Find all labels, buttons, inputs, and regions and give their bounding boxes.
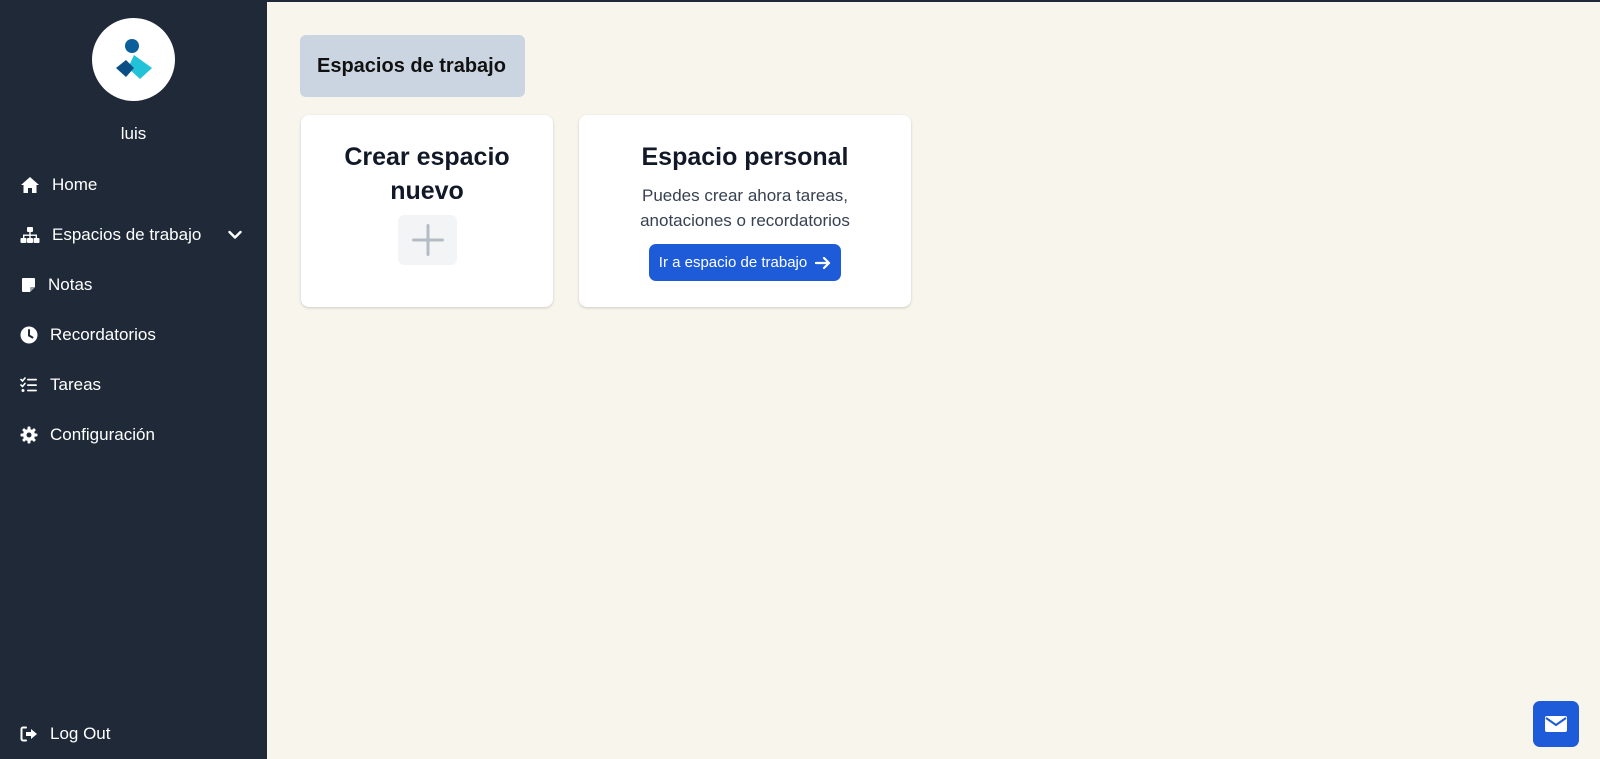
logout-label: Log Out [50, 724, 111, 743]
sidebar-item-home[interactable]: Home [20, 170, 252, 200]
personal-workspace-description: Puedes crear ahora tareas, anotaciones o… [640, 186, 850, 230]
go-to-workspace-button[interactable]: Ir a espacio de trabajo [649, 244, 841, 281]
home-icon [20, 175, 40, 195]
clock-icon [20, 325, 38, 345]
sidebar-item-notes[interactable]: Notas [20, 270, 252, 300]
create-workspace-title: Crear espacio nuevo [344, 143, 510, 205]
mail-button[interactable] [1533, 701, 1579, 747]
personal-workspace-title: Espacio personal [641, 143, 849, 171]
sidebar-item-label: Notas [48, 275, 93, 294]
sidebar: luis Home Espacios de trabajo Notas Reco… [0, 0, 267, 759]
logout-button[interactable]: Log Out [20, 719, 252, 749]
task-list-icon [20, 375, 38, 395]
username: luis [120, 124, 147, 143]
sidebar-item-label: Tareas [50, 375, 102, 394]
sidebar-item-tasks[interactable]: Tareas [20, 370, 252, 400]
page-title: Espacios de trabajo [300, 35, 525, 97]
arrow-right-icon [815, 256, 831, 270]
sidebar-item-label: Espacios de trabajo [52, 225, 202, 244]
chevron-down-icon[interactable] [226, 226, 244, 244]
sidebar-item-workspaces[interactable]: Espacios de trabajo [20, 220, 252, 250]
user-logo-icon [115, 38, 152, 79]
sidebar-item-label: Recordatorios [50, 325, 156, 344]
sticky-note-icon [20, 275, 36, 295]
gear-icon [20, 425, 38, 445]
plus-icon [411, 224, 444, 256]
go-to-workspace-label: Ir a espacio de trabajo [658, 254, 808, 271]
sidebar-item-label: Configuración [50, 425, 155, 444]
mail-icon [1545, 716, 1567, 732]
sitemap-icon [20, 225, 40, 245]
sidebar-item-label: Home [52, 175, 98, 194]
sidebar-item-reminders[interactable]: Recordatorios [20, 320, 252, 350]
sidebar-item-settings[interactable]: Configuración [20, 420, 252, 450]
create-workspace-button[interactable] [398, 215, 457, 265]
logout-icon [20, 724, 38, 744]
create-workspace-card[interactable]: Crear espacio nuevo [301, 115, 553, 307]
personal-workspace-card: Espacio personal Puedes crear ahora tare… [579, 115, 911, 307]
avatar[interactable] [92, 18, 175, 101]
